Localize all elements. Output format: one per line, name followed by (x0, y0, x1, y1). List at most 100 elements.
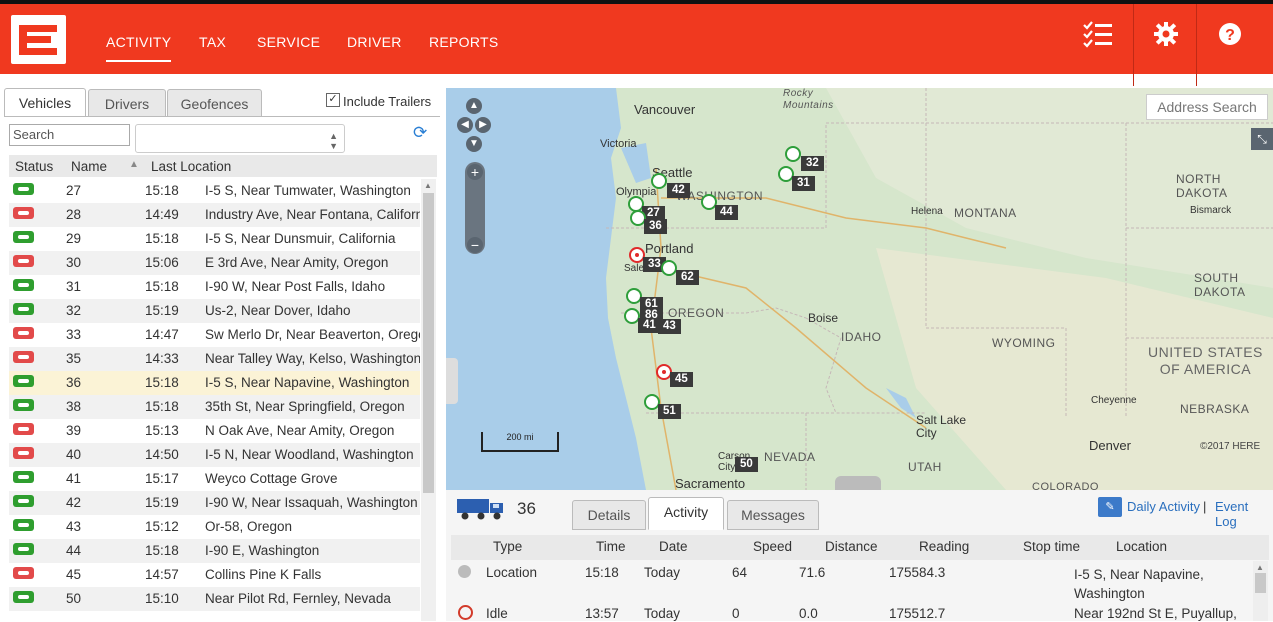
activity-row[interactable]: Idle 13:57 Today 0 0.0 175512.7 Near 192… (451, 604, 1251, 621)
col-last-location[interactable]: Last Location (151, 159, 231, 174)
logo[interactable] (11, 15, 66, 64)
vehicle-location: Near Pilot Rd, Fernley, Nevada (205, 591, 391, 606)
col-date[interactable]: Date (659, 539, 688, 554)
tab-drivers[interactable]: Drivers (88, 89, 166, 119)
map-label-colorado: COLORADO (1032, 481, 1099, 490)
vehicle-row[interactable]: 28 14:49 Industry Ave, Near Fontana, Calif… (9, 203, 420, 227)
col-location[interactable]: Location (1116, 539, 1167, 554)
col-status[interactable]: Status (15, 159, 53, 174)
vehicle-row[interactable]: 41 15:17 Weyco Cottage Grove (9, 467, 420, 491)
vehicle-row[interactable]: 30 15:06 E 3rd Ave, Near Amity, Oregon (9, 251, 420, 275)
col-name[interactable]: Name (71, 159, 107, 174)
vehicle-location: Sw Merlo Dr, Near Beaverton, Oregon (205, 327, 420, 342)
map-view[interactable]: Rocky Mountains Vancouver Victoria Seatt… (446, 88, 1273, 490)
vehicle-time: 15:18 (145, 399, 179, 414)
map-expand-handle[interactable] (835, 476, 881, 490)
gear-icon[interactable] (1148, 20, 1184, 56)
vehicle-row[interactable]: 40 14:50 I-5 N, Near Woodland, Washington (9, 443, 420, 467)
map-label-portland: Portland (645, 241, 694, 256)
vehicle-row[interactable]: 38 15:18 35th St, Near Springfield, Oregon (9, 395, 420, 419)
vehicle-name: 39 (66, 423, 82, 438)
map-label-rocky: Rocky (783, 88, 814, 99)
col-stop-time[interactable]: Stop time (1023, 539, 1080, 554)
vehicle-name: 30 (66, 255, 82, 270)
vehicle-row[interactable]: 32 15:19 Us-2, Near Dover, Idaho (9, 299, 420, 323)
vehicle-label[interactable]: 45 (670, 372, 693, 387)
vehicle-row[interactable]: 50 15:10 Near Pilot Rd, Fernley, Nevada (9, 587, 420, 611)
vehicle-name: 31 (66, 279, 82, 294)
vehicle-label[interactable]: 43 (658, 319, 681, 334)
refresh-icon[interactable]: ⟳ (413, 123, 427, 143)
activity-row[interactable]: Location 15:18 Today 64 71.6 175584.3 I-… (451, 563, 1251, 601)
help-icon[interactable]: ? (1212, 20, 1248, 56)
sort-icon[interactable]: ▲ (129, 159, 139, 170)
vehicle-row[interactable]: 35 14:33 Near Talley Way, Kelso, Washingto… (9, 347, 420, 371)
tab-details[interactable]: Details (572, 500, 646, 530)
filter-select[interactable]: ▲ ▼ (135, 124, 345, 153)
vehicle-row[interactable]: 29 15:18 I-5 S, Near Dunsmuir, California (9, 227, 420, 251)
nav-service[interactable]: SERVICE (257, 34, 320, 74)
activity-scrollbar[interactable]: ▲ (1253, 561, 1268, 621)
daily-activity-link[interactable]: Daily Activity (1127, 499, 1200, 514)
vehicle-time: 15:12 (145, 519, 179, 534)
vehicle-row[interactable]: 43 15:12 Or-58, Oregon (9, 515, 420, 539)
vehicle-label[interactable]: 44 (715, 205, 738, 220)
vehicle-time: 15:19 (145, 495, 179, 510)
vehicle-row[interactable]: 31 15:18 I-90 W, Near Post Falls, Idaho (9, 275, 420, 299)
vehicle-label[interactable]: 32 (801, 156, 824, 171)
vehicle-marker[interactable] (661, 260, 677, 276)
tab-messages[interactable]: Messages (727, 500, 819, 530)
zoom-out-icon[interactable]: − (467, 237, 483, 253)
address-search-input[interactable]: Address Search (1146, 94, 1268, 120)
event-log-link[interactable]: Event Log (1215, 499, 1273, 529)
tab-vehicles[interactable]: Vehicles (4, 88, 86, 118)
vehicle-label[interactable]: 36 (644, 219, 667, 234)
vehicle-label[interactable]: 42 (667, 183, 690, 198)
col-time[interactable]: Time (596, 539, 626, 554)
col-distance[interactable]: Distance (825, 539, 878, 554)
vehicle-row[interactable]: 42 15:19 I-90 W, Near Issaquah, Washington (9, 491, 420, 515)
tab-activity[interactable]: Activity (648, 497, 724, 530)
status-stopped-icon (13, 351, 34, 363)
col-speed[interactable]: Speed (753, 539, 792, 554)
pan-up-icon[interactable]: ▲ (466, 98, 482, 114)
vehicle-time: 15:19 (145, 303, 179, 318)
panel-collapse-handle[interactable] (446, 358, 458, 404)
vehicle-name: 42 (66, 495, 82, 510)
activity-date: Today (644, 606, 681, 621)
vehicle-name: 43 (66, 519, 82, 534)
vehicle-label[interactable]: 31 (792, 176, 815, 191)
vehicle-label[interactable]: 62 (676, 270, 699, 285)
vehicle-marker[interactable] (785, 146, 801, 162)
col-reading[interactable]: Reading (919, 539, 969, 554)
pan-down-icon[interactable]: ▼ (466, 136, 482, 152)
nav-reports[interactable]: REPORTS (429, 34, 499, 74)
expand-icon[interactable]: ⤡ (1251, 128, 1273, 150)
vehicle-label[interactable]: 50 (735, 457, 758, 472)
activity-type: Idle (486, 606, 508, 621)
nav-driver[interactable]: DRIVER (347, 34, 402, 74)
selected-vehicle-name: 36 (517, 499, 536, 518)
zoom-in-icon[interactable]: + (467, 164, 483, 180)
col-type[interactable]: Type (493, 539, 522, 554)
vehicle-row[interactable]: 36 15:18 I-5 S, Near Napavine, Washington (9, 371, 420, 395)
search-input[interactable]: Search (9, 124, 130, 146)
vehicle-row[interactable]: 27 15:18 I-5 S, Near Tumwater, Washington (9, 179, 420, 203)
vehicle-list-scrollbar[interactable]: ▲ (421, 179, 436, 621)
nav-tax[interactable]: TAX (199, 34, 226, 74)
vehicle-marker[interactable] (651, 173, 667, 189)
pan-left-icon[interactable]: ◀ (457, 117, 473, 133)
activity-reading: 175512.7 (889, 606, 946, 621)
task-list-icon[interactable] (1080, 20, 1116, 56)
include-trailers-checkbox[interactable]: ✓ (326, 93, 340, 107)
tab-geofences[interactable]: Geofences (167, 89, 262, 119)
divider (1196, 4, 1197, 86)
vehicle-row[interactable]: 44 15:18 I-90 E, Washington (9, 539, 420, 563)
vehicle-label[interactable]: 51 (658, 404, 681, 419)
nav-activity[interactable]: ACTIVITY (106, 34, 172, 62)
vehicle-row[interactable]: 39 15:13 N Oak Ave, Near Amity, Oregon (9, 419, 420, 443)
pan-right-icon[interactable]: ▶ (475, 117, 491, 133)
vehicle-row[interactable]: 45 14:57 Collins Pine K Falls (9, 563, 420, 587)
vehicle-row[interactable]: 33 14:47 Sw Merlo Dr, Near Beaverton, Oreg… (9, 323, 420, 347)
daily-activity-icon[interactable]: ✎ (1098, 497, 1122, 517)
